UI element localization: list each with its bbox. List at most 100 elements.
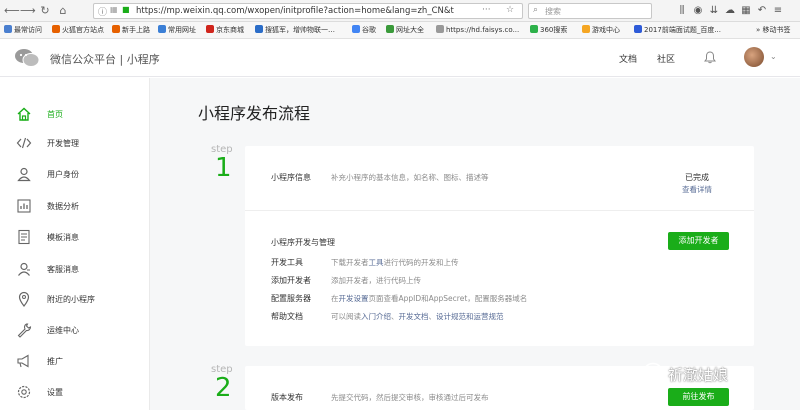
status-badge: 已完成 [685, 173, 709, 182]
bookmark-item[interactable]: 360搜索 [530, 25, 567, 35]
avatar[interactable] [744, 47, 764, 67]
bell-icon[interactable] [704, 51, 716, 64]
server-config-desc: 在开发设置页面查看AppID和AppSecret，配置服务器域名 [331, 294, 528, 303]
bookmark-item[interactable]: 2017前端面试题_百度... [634, 25, 721, 35]
design-spec-link[interactable]: 设计规范和运营规范 [436, 312, 504, 321]
bookmark-item[interactable]: 最常访问 [4, 25, 42, 35]
step1-card: 小程序信息 补充小程序的基本信息，如名称、图标、描述等 已完成 查看详情 小程序… [245, 146, 754, 346]
sidebar-item-promotion[interactable]: 推广 [0, 349, 150, 373]
divider [245, 210, 754, 211]
service-icon [18, 262, 30, 276]
template-icon [18, 229, 30, 245]
chart-icon [17, 199, 31, 213]
game-icon [582, 25, 590, 33]
chat-icon[interactable]: ◉ [692, 4, 704, 18]
watermark-text: 祈澈姑娘 [668, 366, 729, 384]
browser-toolbar: ⟵ ⟶ ↻ ⌂ ⓘ ▦ ■ https://mp.weixin.qq.com/w… [0, 0, 800, 22]
sync-icon[interactable]: ☁ [724, 4, 736, 18]
bookmark-icon [255, 25, 263, 33]
jd-icon [206, 25, 214, 33]
dev-docs-link[interactable]: 开发文档 [399, 312, 429, 321]
add-dev-desc: 添加开发者，进行代码上传 [331, 276, 421, 285]
bookmarks-bar: 最常访问 火狐官方站点 新手上路 常用网址 京东商城 搜狐军，增帅物联一… 谷歌… [0, 22, 800, 39]
bookmark-item[interactable]: 火狐官方站点 [52, 25, 104, 35]
settings-icon [17, 385, 31, 399]
code-icon [16, 137, 32, 149]
bookmark-item[interactable]: https://hd.faisys.co... [436, 25, 519, 34]
help-docs-label: 帮助文档 [271, 312, 303, 321]
chevron-down-icon[interactable]: ⌄ [770, 52, 777, 61]
sidebar-item-users[interactable]: 用户身份 [0, 162, 150, 186]
overflow-icon: » [756, 26, 761, 34]
menu-icon[interactable]: ≡ [772, 4, 784, 18]
search-box[interactable]: ⌕ 搜索 [528, 3, 652, 19]
google-icon [352, 25, 360, 33]
sidebar-item-dev[interactable]: 开发管理 [0, 131, 150, 155]
sidebar-item-template[interactable]: 模板消息 [0, 225, 150, 249]
docs-link[interactable]: 文档 [619, 52, 637, 65]
server-config-label: 配置服务器 [271, 294, 311, 303]
url-bar[interactable]: ⓘ ▦ ■ https://mp.weixin.qq.com/wxopen/in… [93, 3, 523, 19]
sidebar-item-home[interactable]: 首页 [0, 102, 150, 126]
site-header: 微信公众平台 | 小程序 文档 社区 ⌄ [0, 39, 800, 77]
library-icon[interactable]: ⫼ [676, 4, 688, 18]
sidebar-item-nearby[interactable]: 附近的小程序 [0, 287, 150, 311]
version-release-label: 版本发布 [271, 393, 303, 402]
sidebar-item-service[interactable]: 客服消息 [0, 257, 150, 281]
view-detail-link[interactable]: 查看详情 [682, 184, 712, 195]
help-docs-desc: 可以阅读入门介绍、开发文档、设计规范和运营规范 [331, 312, 504, 321]
step2-number: 2 [215, 373, 232, 403]
bookmark-item[interactable]: 常用网址 [158, 25, 196, 35]
miniprogram-info-desc: 补充小程序的基本信息，如名称、图标、描述等 [331, 173, 489, 182]
forward-icon[interactable]: ⟶ [20, 4, 36, 18]
bookmark-icon [4, 25, 12, 33]
dev-settings-link[interactable]: 开发设置 [339, 294, 369, 303]
home-icon[interactable]: ⌂ [56, 4, 70, 18]
bookmark-icon [158, 25, 166, 33]
page-title: 小程序发布流程 [198, 104, 311, 123]
wechat-logo-icon[interactable] [14, 48, 40, 68]
search360-icon [530, 25, 538, 33]
wechat-watermark-icon [644, 362, 666, 381]
site-title: 微信公众平台 | 小程序 [50, 53, 160, 66]
tools-link[interactable]: 工具 [369, 258, 384, 267]
bookmark-item[interactable]: 新手上路 [112, 25, 150, 35]
intro-link[interactable]: 入门介绍 [361, 312, 391, 321]
url-text: https://mp.weixin.qq.com/wxopen/initprof… [136, 6, 454, 16]
star-icon[interactable]: ☆ [506, 5, 514, 15]
grid-icon[interactable]: ▦ [740, 4, 752, 18]
search-placeholder: 搜索 [545, 7, 561, 16]
sidebar-item-analytics[interactable]: 数据分析 [0, 194, 150, 218]
firefox-icon [112, 25, 120, 33]
add-developer-button[interactable]: 添加开发者 [668, 232, 729, 250]
step1-number: 1 [215, 153, 232, 183]
location-icon [18, 291, 30, 307]
bookmark-icon [386, 25, 394, 33]
lock-icon: ■ [122, 5, 130, 14]
go-publish-button[interactable]: 前往发布 [668, 388, 729, 406]
search-icon: ⌕ [533, 5, 539, 15]
bookmark-item[interactable]: 谷歌 [352, 25, 376, 35]
sidebar: 首页 开发管理 用户身份 数据分析 模板消息 客服消息 附近的小程序 运维中心 … [0, 78, 150, 410]
bookmark-item[interactable]: 搜狐军，增帅物联一… [255, 25, 335, 35]
undo-icon[interactable]: ↶ [756, 4, 768, 18]
bookmark-item[interactable]: » 移动书签 [756, 25, 791, 35]
community-link[interactable]: 社区 [657, 52, 675, 65]
user-icon [17, 167, 31, 182]
info-icon[interactable]: ⓘ [98, 5, 107, 18]
sidebar-item-settings[interactable]: 设置 [0, 380, 150, 404]
add-dev-label: 添加开发者 [271, 276, 311, 285]
dev-tools-desc: 下载开发者工具进行代码的开发和上传 [331, 258, 459, 267]
download-icon[interactable]: ⇊ [708, 4, 720, 18]
miniprogram-info-label: 小程序信息 [271, 173, 311, 182]
more-icon[interactable]: ··· [482, 5, 491, 15]
dev-section-title: 小程序开发与管理 [271, 238, 335, 247]
back-icon[interactable]: ⟵ [4, 4, 20, 18]
bookmark-item[interactable]: 网址大全 [386, 25, 424, 35]
page-icon [436, 25, 444, 33]
bookmark-item[interactable]: 游戏中心 [582, 25, 620, 35]
megaphone-icon [17, 354, 29, 368]
bookmark-item[interactable]: 京东商城 [206, 25, 244, 35]
reload-icon[interactable]: ↻ [38, 4, 52, 18]
sidebar-item-ops[interactable]: 运维中心 [0, 318, 150, 342]
